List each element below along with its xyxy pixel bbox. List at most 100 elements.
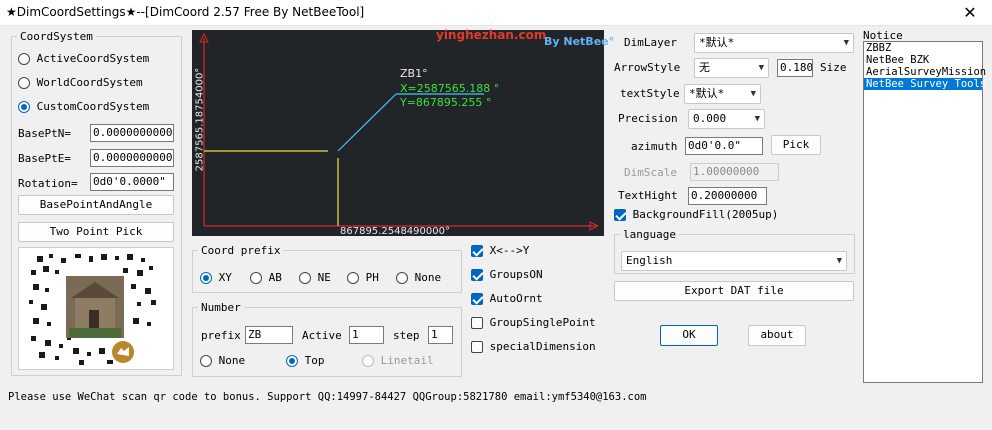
dimscale-input: 1.00000000 <box>690 163 779 181</box>
radio-prefix-ne-indicator[interactable] <box>299 272 311 284</box>
rotation-label: Rotation= <box>18 177 78 190</box>
dimscale-label: DimScale <box>624 166 677 179</box>
dimlayer-value: *默认* <box>699 36 735 49</box>
radio-world-coord-indicator[interactable] <box>18 77 30 89</box>
pick-button[interactable]: Pick <box>771 135 821 155</box>
radio-prefix-ab-indicator[interactable] <box>250 272 262 284</box>
check-special-dimension-label: specialDimension <box>489 340 596 353</box>
azimuth-input[interactable]: 0d0'0.0" <box>685 137 763 155</box>
texthight-label: TextHight <box>618 189 678 202</box>
radio-number-top-label: Top <box>304 354 325 367</box>
about-button[interactable]: about <box>748 325 806 346</box>
chevron-down-icon: ▼ <box>754 114 760 124</box>
dimlayer-label: DimLayer <box>624 36 677 49</box>
arrowstyle-label: ArrowStyle <box>614 61 681 74</box>
prefix-label: prefix <box>201 329 241 342</box>
radio-prefix-ab-label: AB <box>268 271 282 284</box>
radio-number-top-indicator[interactable] <box>286 355 298 367</box>
list-item[interactable]: NetBee Survey Tools <box>864 78 986 90</box>
base-e-input[interactable]: 0.000000000000 <box>90 149 174 167</box>
two-point-pick-button[interactable]: Two Point Pick <box>18 222 174 242</box>
y-coordinate-text: Y=867895.255 ° <box>400 96 492 109</box>
radio-active-coord-indicator[interactable] <box>18 53 30 65</box>
chevron-down-icon: ▼ <box>843 38 849 48</box>
radio-prefix-xy-label: XY <box>218 271 232 284</box>
radio-prefix-ph[interactable]: PH <box>347 271 379 284</box>
check-swap-xy-box[interactable] <box>471 245 483 257</box>
check-groups-on-box[interactable] <box>471 269 483 281</box>
check-background-fill[interactable]: BackgroundFill(2005up) <box>614 208 778 221</box>
radio-prefix-none-indicator[interactable] <box>396 272 408 284</box>
radio-world-coord[interactable]: WorldCoordSystem <box>18 76 143 89</box>
coord-prefix-label: Coord prefix <box>198 244 284 257</box>
watermark: yinghezhan.com <box>436 28 547 42</box>
export-dat-button[interactable]: Export DAT file <box>614 281 854 301</box>
check-background-fill-label: BackgroundFill(2005up) <box>632 208 779 221</box>
precision-value: 0.000 <box>693 112 727 125</box>
list-item[interactable]: NetBee BZK <box>864 54 982 66</box>
list-item[interactable]: ZBBZ <box>864 42 982 54</box>
texthight-input[interactable]: 0.20000000 <box>688 187 767 205</box>
base-n-input[interactable]: 0.000000000000 <box>90 124 174 142</box>
check-background-fill-box[interactable] <box>614 209 626 221</box>
ok-button[interactable]: OK <box>660 325 718 346</box>
arrow-size-input[interactable]: 0.1800 <box>777 59 813 77</box>
title-bar: ★DimCoordSettings★--[DimCoord 2.57 Free … <box>0 0 992 26</box>
language-select[interactable]: English ▼ <box>621 251 847 271</box>
radio-active-coord[interactable]: ActiveCoordSystem <box>18 52 149 65</box>
check-groups-on[interactable]: GroupsON <box>471 268 543 281</box>
active-input[interactable]: 1 <box>349 326 384 344</box>
radio-number-none[interactable]: None <box>200 354 245 367</box>
footer-text: Please use WeChat scan qr code to bonus.… <box>8 391 647 403</box>
radio-number-linetail: Linetail <box>362 354 434 367</box>
check-group-single-point-box[interactable] <box>471 317 483 329</box>
notice-list[interactable]: ZBBZ NetBee BZK AerialSurveyMission NetB… <box>863 41 986 383</box>
check-special-dimension[interactable]: specialDimension <box>471 340 596 353</box>
horizontal-axis-label: 867895.2548490000° <box>340 226 450 237</box>
dimlayer-select[interactable]: *默认* ▼ <box>694 33 854 53</box>
textstyle-select[interactable]: *默认* ▼ <box>684 84 761 104</box>
check-auto-ornt-label: AutoOrnt <box>489 292 543 305</box>
check-auto-ornt[interactable]: AutoOrnt <box>471 292 543 305</box>
radio-custom-coord[interactable]: CustomCoordSystem <box>18 100 149 113</box>
language-label: language <box>620 228 679 241</box>
radio-prefix-none-label: None <box>414 271 442 284</box>
step-label: step <box>393 329 420 342</box>
radio-number-top[interactable]: Top <box>286 354 325 367</box>
check-auto-ornt-box[interactable] <box>471 293 483 305</box>
radio-prefix-xy[interactable]: XY <box>200 271 232 284</box>
precision-select[interactable]: 0.000 ▼ <box>688 109 765 129</box>
rotation-input[interactable]: 0d0'0.0000" <box>90 173 174 191</box>
precision-label: Precision <box>618 112 678 125</box>
radio-prefix-xy-indicator[interactable] <box>200 272 212 284</box>
radio-prefix-ph-label: PH <box>365 271 379 284</box>
radio-prefix-ph-indicator[interactable] <box>347 272 359 284</box>
chevron-down-icon: ▼ <box>836 256 842 266</box>
chevron-down-icon: ▼ <box>758 63 764 73</box>
radio-prefix-none[interactable]: None <box>396 271 441 284</box>
check-swap-xy[interactable]: X<-->Y <box>471 244 529 257</box>
radio-number-none-indicator[interactable] <box>200 355 212 367</box>
arrowstyle-select[interactable]: 无 ▼ <box>694 58 769 78</box>
close-icon[interactable]: ✕ <box>948 0 992 26</box>
language-value: English <box>626 254 673 267</box>
radio-number-none-label: None <box>218 354 246 367</box>
step-input[interactable]: 1 <box>428 326 453 344</box>
radio-custom-coord-indicator[interactable] <box>18 101 30 113</box>
prefix-input[interactable]: ZB <box>245 326 293 344</box>
check-group-single-point[interactable]: GroupSinglePoint <box>471 316 596 329</box>
qr-code-icon <box>29 254 156 365</box>
number-label: Number <box>198 301 244 314</box>
radio-prefix-ne[interactable]: NE <box>299 271 331 284</box>
list-item[interactable]: AerialSurveyMission <box>864 66 986 78</box>
radio-prefix-ab[interactable]: AB <box>250 271 282 284</box>
base-e-label: BasePtE= <box>18 152 71 165</box>
radio-number-linetail-label: Linetail <box>380 354 434 367</box>
base-point-angle-button[interactable]: BasePointAndAngle <box>18 195 174 215</box>
textstyle-label: textStyle <box>620 87 680 100</box>
chevron-down-icon: ▼ <box>750 89 756 99</box>
wechat-qr-code <box>18 247 174 370</box>
arrowstyle-value: 无 <box>699 61 710 74</box>
check-special-dimension-box[interactable] <box>471 341 483 353</box>
active-label: Active <box>302 329 342 342</box>
